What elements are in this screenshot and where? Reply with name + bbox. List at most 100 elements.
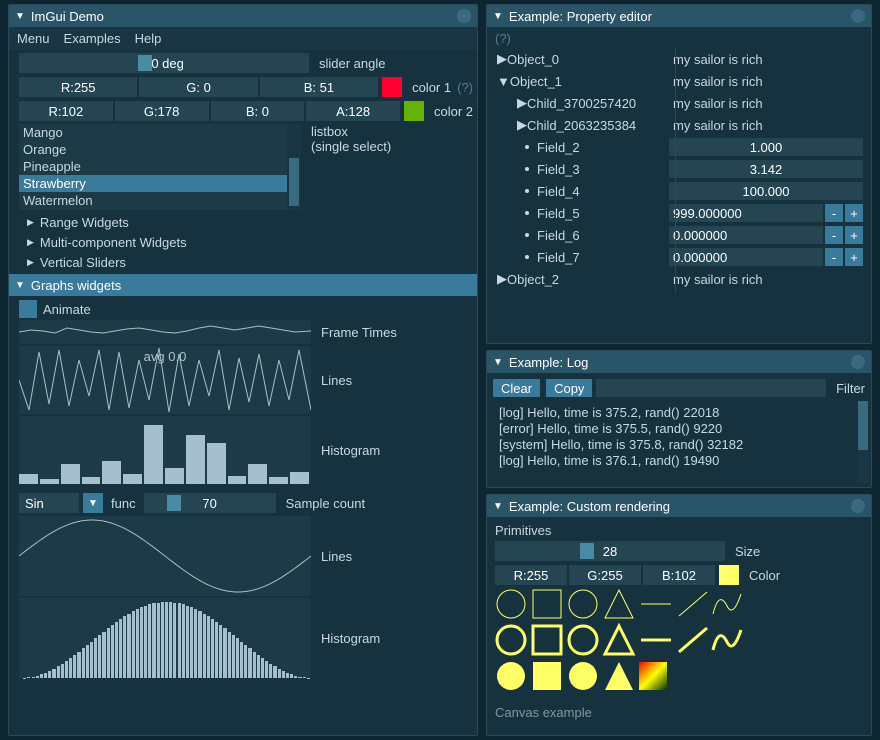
slider-grab[interactable] (167, 495, 181, 511)
clear-button[interactable]: Clear (493, 379, 540, 397)
hist-bar (248, 648, 251, 678)
triangle-down-icon[interactable]: ▼ (497, 74, 510, 89)
increment-button[interactable]: + (845, 226, 863, 244)
collapse-icon[interactable]: ▼ (493, 501, 503, 512)
scrollbar-thumb[interactable] (289, 158, 299, 205)
size-slider[interactable]: 28 (495, 541, 725, 561)
func-select[interactable]: Sin (19, 493, 79, 513)
prop-titlebar[interactable]: ▼ Example: Property editor (487, 5, 871, 27)
listbox-item[interactable]: Watermelon (19, 192, 301, 209)
increment-button[interactable]: + (845, 204, 863, 222)
menu-examples[interactable]: Examples (64, 31, 121, 46)
color1-b[interactable]: B: 51 (260, 77, 378, 97)
prop-value-field[interactable]: 0.000000 (669, 248, 823, 266)
color1-g[interactable]: G: 0 (139, 77, 257, 97)
hist-bar (269, 477, 288, 484)
prop-value-field[interactable]: 1.000 (669, 138, 863, 156)
decrement-button[interactable]: - (825, 248, 843, 266)
close-icon[interactable] (851, 9, 865, 23)
hist-bar (65, 661, 68, 678)
log-titlebar[interactable]: ▼ Example: Log (487, 351, 871, 373)
close-icon[interactable] (851, 355, 865, 369)
tree-item[interactable]: ▶Vertical Sliders (19, 252, 473, 272)
demo-title: ImGui Demo (31, 9, 457, 24)
column-separator[interactable] (675, 49, 676, 292)
color2-g[interactable]: G:178 (115, 101, 209, 121)
filter-input[interactable] (596, 379, 826, 397)
prop-value-field[interactable]: 3.142 (669, 160, 863, 178)
close-icon[interactable] (457, 9, 471, 23)
collapse-icon[interactable]: ▼ (493, 11, 503, 22)
histogram2-label: Histogram (321, 631, 380, 646)
color1-swatch[interactable] (382, 77, 402, 97)
custom-titlebar[interactable]: ▼ Example: Custom rendering (487, 495, 871, 517)
help-icon[interactable]: (?) (495, 29, 867, 48)
prop-value-field[interactable]: 0.000000 (669, 226, 823, 244)
plot-histogram2 (19, 598, 311, 678)
listbox-item[interactable]: Pineapple (19, 158, 301, 175)
close-icon[interactable] (851, 499, 865, 513)
hist-bar (36, 676, 39, 678)
graphs-header[interactable]: ▼ Graphs widgets (9, 274, 477, 296)
prop-name[interactable]: Object_2 (507, 272, 559, 287)
decrement-button[interactable]: - (825, 204, 843, 222)
func-label: func (111, 496, 136, 511)
prop-value-field[interactable]: 999.000000 (669, 204, 823, 222)
triangle-right-icon[interactable]: ▶ (497, 51, 507, 67)
color2-b[interactable]: B: 0 (211, 101, 305, 121)
triangle-right-icon[interactable]: ▶ (517, 117, 527, 133)
tree-item[interactable]: ▶Multi-component Widgets (19, 232, 473, 252)
scrollbar-thumb[interactable] (858, 401, 868, 450)
hist-bar (223, 628, 226, 678)
hist-bar (119, 619, 122, 678)
color1-r[interactable]: R:255 (19, 77, 137, 97)
hist-bar (257, 655, 260, 678)
color2-r[interactable]: R:102 (19, 101, 113, 121)
demo-titlebar[interactable]: ▼ ImGui Demo (9, 5, 477, 27)
listbox-item[interactable]: Mango (19, 124, 301, 141)
triangle-right-icon[interactable]: ▶ (497, 271, 507, 287)
demo-window: ▼ ImGui Demo Menu Examples Help 90 deg s… (8, 4, 478, 736)
hist-bar (52, 669, 55, 678)
hist-bar (115, 622, 118, 678)
sample-count-slider[interactable]: 70 (144, 493, 276, 513)
slider-grab[interactable] (138, 55, 152, 71)
prop-name[interactable]: Object_1 (510, 74, 562, 89)
listbox-item[interactable]: Strawberry (19, 175, 301, 192)
prim-color-g[interactable]: G:255 (569, 565, 641, 585)
scrollbar[interactable] (857, 401, 869, 483)
hist-bar (228, 476, 247, 484)
log-line: [log] Hello, time is 376.1, rand() 19490 (499, 453, 859, 469)
prop-name[interactable]: Object_0 (507, 52, 559, 67)
prop-row: Field_4100.000 (491, 180, 867, 202)
collapse-icon[interactable]: ▼ (15, 11, 25, 22)
dropdown-icon[interactable]: ▼ (83, 493, 103, 513)
slider-grab[interactable] (580, 543, 594, 559)
hist-bar (57, 666, 60, 678)
prim-color-r[interactable]: R:255 (495, 565, 567, 585)
copy-button[interactable]: Copy (546, 379, 592, 397)
prop-name[interactable]: Child_2063235384 (527, 118, 636, 133)
animate-checkbox[interactable] (19, 300, 37, 318)
menu-menu[interactable]: Menu (17, 31, 50, 46)
prim-color-b[interactable]: B:102 (643, 565, 715, 585)
menu-help[interactable]: Help (135, 31, 162, 46)
collapse-icon[interactable]: ▼ (493, 357, 503, 368)
slider-angle[interactable]: 90 deg (19, 53, 309, 73)
listbox-item[interactable]: Orange (19, 141, 301, 158)
prop-value-field[interactable]: 100.000 (669, 182, 863, 200)
color2-a[interactable]: A:128 (306, 101, 400, 121)
color2-swatch[interactable] (404, 101, 424, 121)
hist-bar (107, 628, 110, 678)
decrement-button[interactable]: - (825, 226, 843, 244)
triangle-right-icon[interactable]: ▶ (517, 95, 527, 111)
prop-value-text: my sailor is rich (669, 52, 763, 67)
increment-button[interactable]: + (845, 248, 863, 266)
listbox[interactable]: MangoOrangePineappleStrawberryWatermelon (19, 124, 301, 210)
prim-color-swatch[interactable] (719, 565, 739, 585)
help-icon[interactable]: (?) (457, 80, 473, 95)
scrollbar[interactable] (287, 124, 301, 210)
prop-name: Field_7 (537, 250, 580, 265)
prop-name[interactable]: Child_3700257420 (527, 96, 636, 111)
tree-item[interactable]: ▶Range Widgets (19, 212, 473, 232)
